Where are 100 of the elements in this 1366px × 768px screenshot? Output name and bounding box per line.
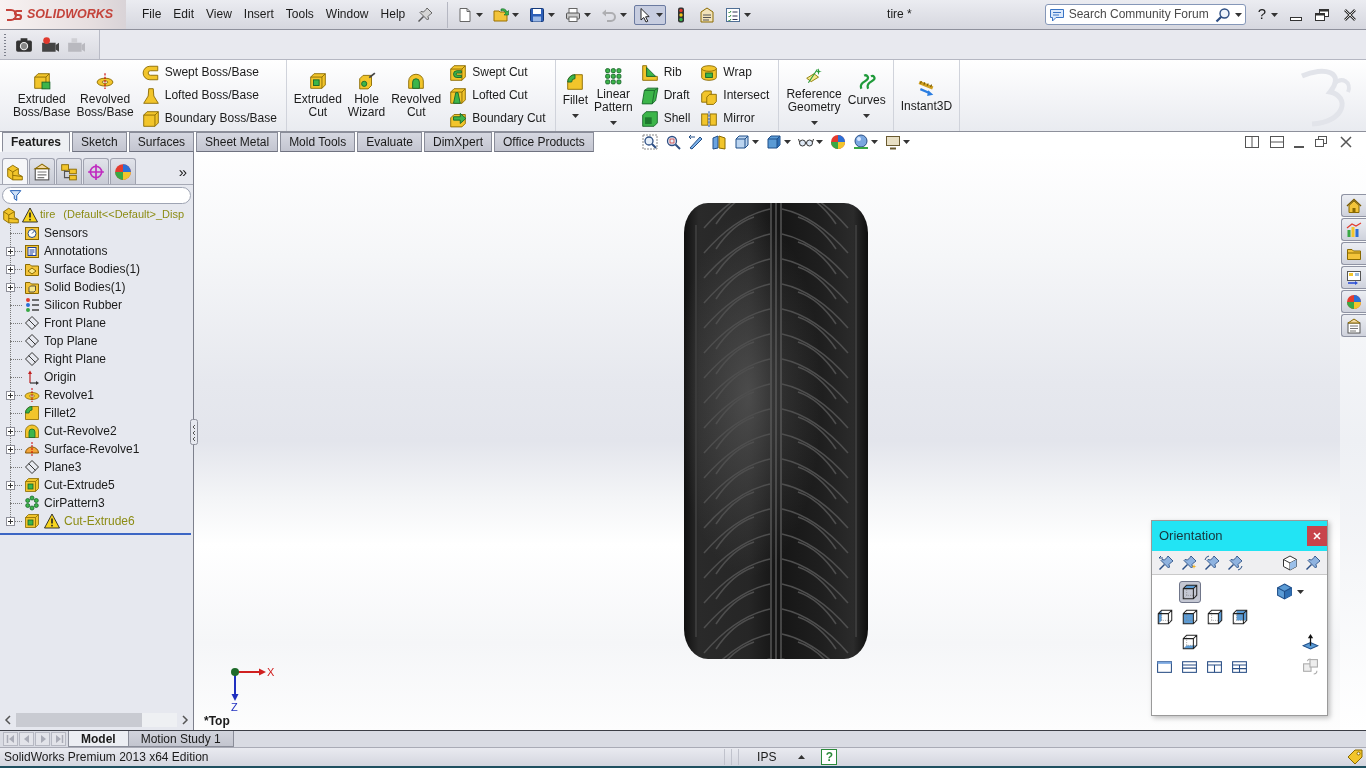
tile-button[interactable] xyxy=(1244,134,1260,150)
tree-item[interactable]: Revolve1 xyxy=(44,387,95,403)
toolbar-button[interactable] xyxy=(1231,658,1248,675)
help-button[interactable]: ? xyxy=(821,749,838,765)
tree-item[interactable]: Cut-Extrude5 xyxy=(44,477,115,493)
menu-item[interactable]: Edit xyxy=(167,5,201,24)
ribbon-button[interactable]: Lofted Boss/Base xyxy=(138,84,280,107)
tree-item[interactable]: Sensors xyxy=(44,225,89,241)
tree-item[interactable]: Solid Bodies(1) xyxy=(44,279,126,295)
tab[interactable]: Sketch xyxy=(72,132,127,152)
ribbon-button[interactable]: Swept Cut xyxy=(446,61,549,84)
toolbar-button[interactable] xyxy=(1275,583,1304,600)
task-pane-tab[interactable] xyxy=(1341,218,1366,241)
tree-item[interactable]: CirPattern3 xyxy=(44,495,105,511)
ribbon-button[interactable]: Mirror xyxy=(697,107,773,130)
task-pane-tab[interactable] xyxy=(1341,266,1366,289)
tree-item[interactable]: Origin xyxy=(44,369,76,385)
more-button[interactable]: » xyxy=(174,163,191,179)
toolbar-button[interactable] xyxy=(1206,658,1223,675)
ribbon-button[interactable]: Hole Wizard xyxy=(344,60,389,131)
ribbon-button[interactable]: Intersect xyxy=(697,84,773,107)
tree-item[interactable]: Plane3 xyxy=(44,459,82,475)
task-pane-tab[interactable] xyxy=(1341,194,1366,217)
ribbon-button[interactable]: Extruded Boss/Base xyxy=(10,60,74,131)
scroll-thumb[interactable] xyxy=(16,713,142,727)
material-icon xyxy=(24,297,40,313)
ribbon-button[interactable]: Instant3D xyxy=(897,60,956,131)
tree-item[interactable]: Cut-Revolve2 xyxy=(44,423,117,439)
menu-item[interactable]: Help xyxy=(374,5,412,24)
tree-item[interactable]: Surface Bodies(1) xyxy=(44,261,141,277)
tab[interactable]: Surfaces xyxy=(128,132,195,152)
panel-tab[interactable] xyxy=(110,158,136,184)
tab[interactable]: Evaluate xyxy=(357,132,422,152)
ribbon-button[interactable]: Linear Pattern xyxy=(590,60,636,131)
ribbon-button[interactable]: Rib xyxy=(637,61,694,84)
toolbar-button[interactable] xyxy=(641,134,658,150)
tree-item[interactable]: Right Plane xyxy=(44,351,107,367)
task-pane-tab[interactable] xyxy=(1341,290,1366,313)
task-pane-tab[interactable] xyxy=(1341,314,1366,337)
menu-item[interactable]: View xyxy=(200,5,238,24)
tile-button[interactable] xyxy=(1269,134,1285,150)
tree-item[interactable]: Annotations xyxy=(44,243,108,259)
collapse-handle[interactable] xyxy=(190,419,198,445)
ribbon-button[interactable]: Lofted Cut xyxy=(446,84,549,107)
toolbar-button[interactable] xyxy=(41,35,59,54)
toolbar-button[interactable] xyxy=(852,134,878,150)
tab[interactable]: Sheet Metal xyxy=(196,132,279,152)
ribbon-button[interactable]: Revolved Boss/Base xyxy=(73,60,137,131)
close-button[interactable] xyxy=(1307,526,1327,546)
tab[interactable]: Mold Tools xyxy=(280,132,356,152)
tree-item[interactable]: Silicon Rubber xyxy=(44,297,123,313)
toolbar-button[interactable] xyxy=(634,4,667,25)
toolbar-button[interactable] xyxy=(15,35,33,54)
toolbar-button[interactable] xyxy=(733,134,759,150)
toolbar-button[interactable] xyxy=(664,134,681,150)
ribbon-button[interactable]: Extruded Cut xyxy=(290,60,345,131)
view-button[interactable] xyxy=(1178,580,1201,603)
toolbar-button[interactable] xyxy=(765,134,791,150)
toolbar-button[interactable] xyxy=(1158,554,1174,571)
task-pane-tab[interactable] xyxy=(1341,242,1366,265)
ribbon-button[interactable]: Swept Boss/Base xyxy=(138,61,280,84)
panel-tab[interactable] xyxy=(2,158,28,184)
close-button[interactable] xyxy=(1338,134,1354,150)
tab[interactable]: Features xyxy=(2,132,71,152)
toolbar-button[interactable] xyxy=(1301,633,1319,650)
arch-icon xyxy=(407,72,426,90)
toolbar-button[interactable] xyxy=(1181,658,1198,675)
units-label[interactable]: IPS xyxy=(757,749,777,765)
toolbar-button[interactable] xyxy=(884,134,910,150)
panel-tab[interactable] xyxy=(56,158,82,184)
ribbon-button[interactable]: Curves xyxy=(844,60,889,131)
ribbon-button[interactable]: Boundary Cut xyxy=(446,107,549,130)
menu-item[interactable]: Insert xyxy=(237,5,280,24)
ribbon-button[interactable]: Boundary Boss/Base xyxy=(138,107,280,130)
menu-item[interactable]: Window xyxy=(319,5,375,24)
tree-item[interactable]: Fillet2 xyxy=(44,405,76,421)
search-field[interactable]: Search Community Forum xyxy=(1044,4,1246,25)
panel-tab[interactable] xyxy=(29,158,55,184)
tree-item[interactable]: Surface-Revolve1 xyxy=(44,441,140,457)
ribbon-button[interactable]: Revolved Cut xyxy=(388,60,445,131)
ribbon-button[interactable]: Fillet xyxy=(559,60,591,131)
toolbar-button[interactable] xyxy=(1282,554,1298,571)
menu-item[interactable]: File xyxy=(136,5,168,24)
filter-field[interactable] xyxy=(2,187,191,204)
tree-item[interactable]: Top Plane xyxy=(44,333,98,349)
tab[interactable]: Office Products xyxy=(494,132,594,152)
tab[interactable]: Motion Study 1 xyxy=(127,731,234,747)
help-button[interactable]: ? xyxy=(1255,5,1280,24)
ribbon-button[interactable]: Wrap xyxy=(697,61,773,84)
toolbar-button[interactable] xyxy=(1156,658,1173,675)
tab[interactable]: Model xyxy=(68,731,129,747)
toolbar-button[interactable] xyxy=(687,134,704,150)
panel-tab[interactable] xyxy=(83,158,109,184)
ribbon-button[interactable]: Shell xyxy=(637,107,694,130)
ribbon-button[interactable]: Draft xyxy=(637,84,694,107)
tab[interactable]: DimXpert xyxy=(423,132,492,152)
menu-item[interactable]: Tools xyxy=(279,5,320,24)
restore-button[interactable] xyxy=(1313,134,1329,150)
ribbon-button[interactable]: Reference Geometry xyxy=(783,60,845,131)
tree-item[interactable]: Front Plane xyxy=(44,315,107,331)
